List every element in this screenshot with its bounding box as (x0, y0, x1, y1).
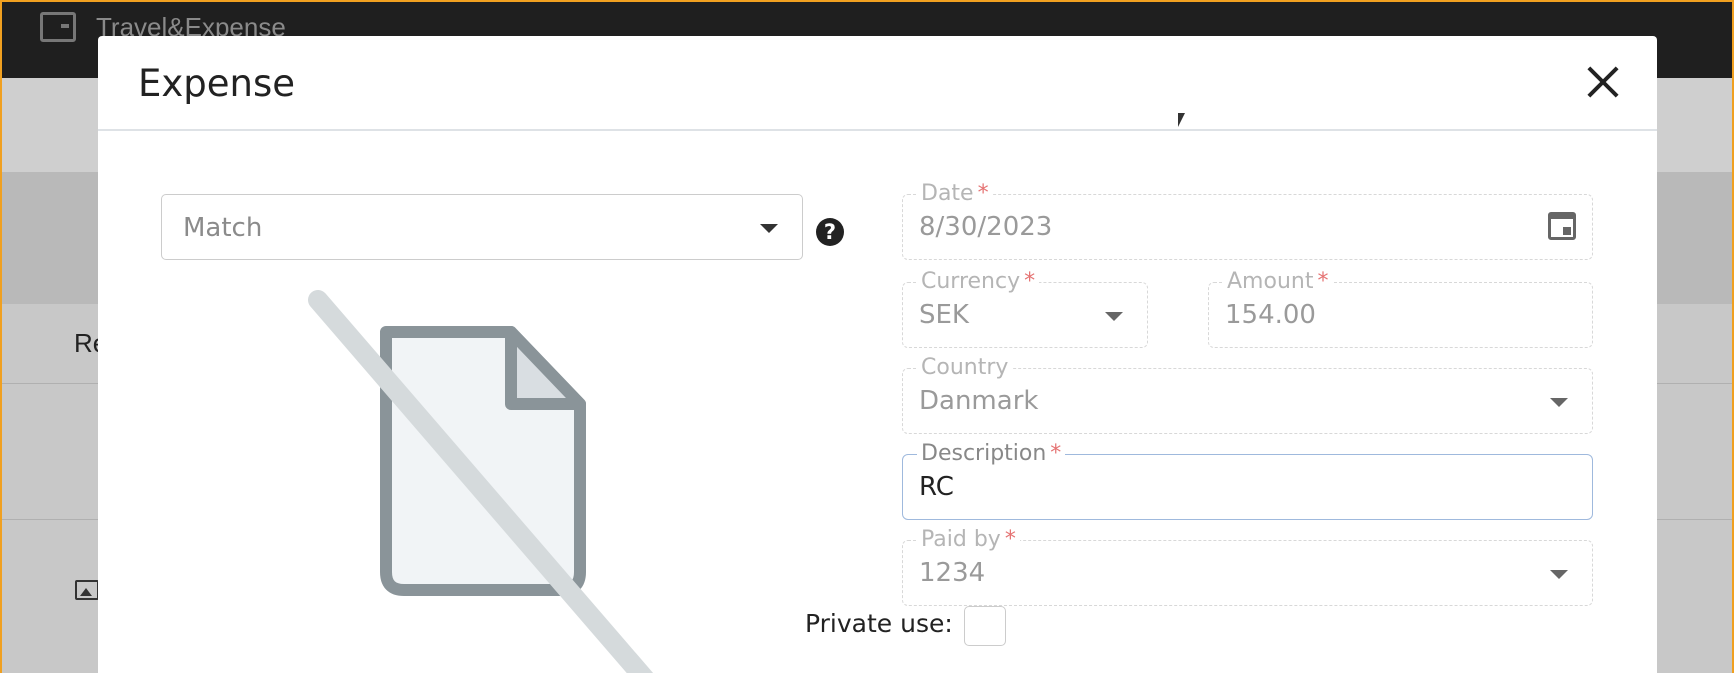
description-value: RC (919, 472, 954, 502)
private-use-checkbox[interactable] (964, 606, 1006, 646)
amount-label: Amount * (1223, 269, 1333, 294)
country-value: Danmark (919, 386, 1039, 416)
currency-value: SEK (919, 300, 969, 330)
country-select[interactable]: Country Danmark (902, 355, 1593, 434)
date-field[interactable]: Date * 8/30/2023 (902, 181, 1593, 260)
modal-title: Expense (138, 62, 296, 105)
chevron-down-icon (760, 224, 778, 233)
private-use-label: Private use: (805, 609, 953, 638)
paid-by-label: Paid by * (917, 527, 1020, 552)
no-file-icon (308, 290, 654, 673)
question-circle-icon[interactable]: ? (816, 218, 844, 246)
mouse-cursor-icon (1178, 113, 1185, 127)
close-icon[interactable] (1585, 64, 1621, 100)
image-icon (75, 580, 99, 600)
chevron-down-icon (1105, 312, 1123, 321)
wallet-icon (40, 12, 76, 42)
calendar-icon[interactable] (1548, 212, 1576, 240)
description-label: Description * (917, 441, 1066, 466)
amount-field[interactable]: Amount * 154.00 (1208, 269, 1593, 348)
match-select[interactable]: Match (161, 194, 803, 260)
paid-by-value: 1234 (919, 558, 986, 588)
modal-header: Expense (98, 36, 1657, 131)
currency-select[interactable]: Currency * SEK (902, 269, 1148, 348)
currency-label: Currency * (917, 269, 1040, 294)
date-label: Date * (917, 181, 993, 206)
expense-modal: Expense Match ? Date * 8/30/2023 Currency… (98, 36, 1657, 673)
description-field[interactable]: Description * RC (902, 441, 1593, 520)
chevron-down-icon (1550, 398, 1568, 407)
date-value: 8/30/2023 (919, 212, 1053, 242)
paid-by-select[interactable]: Paid by * 1234 (902, 527, 1593, 606)
match-select-value: Match (183, 213, 263, 243)
country-label: Country (917, 355, 1013, 380)
chevron-down-icon (1550, 570, 1568, 579)
amount-value: 154.00 (1225, 300, 1316, 330)
